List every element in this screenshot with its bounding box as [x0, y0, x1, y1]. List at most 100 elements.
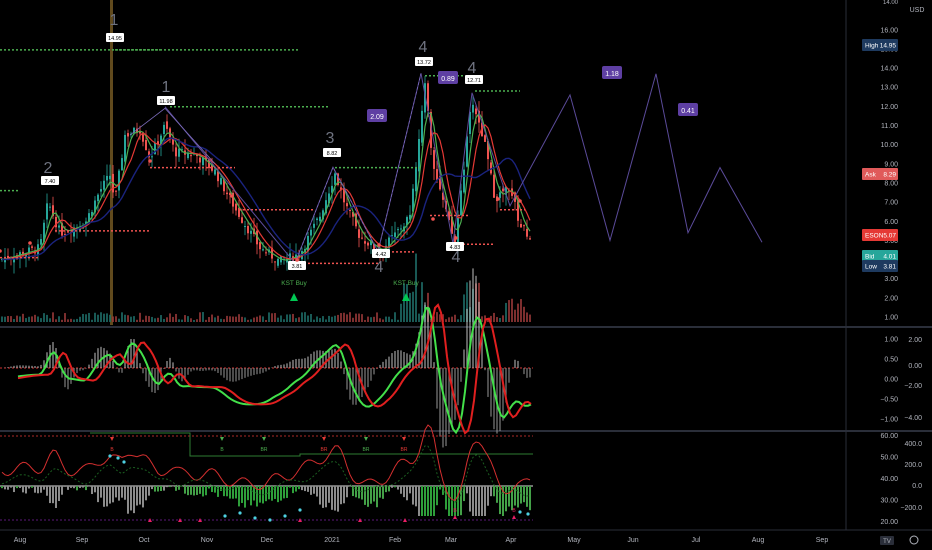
candle-body [220, 178, 222, 185]
osc-hist-bar [274, 486, 276, 499]
volume-bar [28, 316, 30, 322]
osc-hist-bar [322, 486, 324, 508]
osc-hist-bar [334, 486, 336, 511]
osc-hist-bar [436, 486, 438, 506]
macd-hist-bar [394, 350, 396, 368]
osc-hist-bar [319, 486, 321, 505]
macd-hist-bar [142, 368, 144, 374]
candle-body [493, 174, 495, 198]
osc-hist-bar [397, 486, 399, 490]
fib-ratio-text: 2.09 [370, 114, 384, 121]
volume-bar [40, 318, 42, 322]
candle-body [457, 217, 459, 247]
candle-body [199, 157, 201, 163]
osc-hist-bar [520, 486, 522, 504]
macd-hist-bar [235, 368, 237, 382]
volume-bar [169, 313, 171, 322]
osc-hist-bar [523, 486, 525, 503]
volume-bar [151, 316, 153, 322]
osc-hist-bar [223, 486, 225, 497]
osc-dot [298, 508, 302, 512]
volume-bar [400, 303, 402, 322]
macd-hist-bar [247, 368, 249, 377]
volume-bar [403, 283, 405, 322]
candle-body [460, 190, 462, 216]
volume-bar [220, 318, 222, 322]
macd-hist-bar [289, 361, 291, 368]
osc-hist-bar [337, 486, 339, 512]
osc-marker-label: BR [363, 447, 370, 453]
osc-hist-bar [19, 486, 21, 488]
osc-hist-bar [343, 486, 345, 504]
macd-hist-bar [28, 365, 30, 368]
osc-dot [108, 454, 112, 458]
osc-hist-bar [280, 486, 282, 501]
macd-hist-bar [238, 368, 240, 381]
time-axis-label: Jul [692, 537, 701, 544]
osc-dot [526, 512, 530, 516]
osc-hist-bar [25, 486, 27, 494]
volume-bar [496, 317, 498, 322]
osc-hist-bar [103, 486, 105, 507]
osc-hist-bar [49, 486, 51, 504]
candle-body [529, 238, 531, 240]
price-tag: 11.98 [157, 96, 175, 105]
macd-hist-bar [64, 368, 66, 388]
osc-hist-bar [139, 486, 141, 505]
candle-body [97, 194, 99, 202]
macd-hist-bar [403, 352, 405, 368]
volume-bar [133, 316, 135, 322]
volume-bar [187, 316, 189, 322]
macd-hist-bar [211, 368, 213, 371]
macd-tick-left: 0.50 [884, 357, 898, 364]
osc-dot [518, 510, 522, 514]
candle-body [367, 242, 369, 246]
settings-gear-icon[interactable] [909, 535, 919, 545]
volume-bar [181, 319, 183, 322]
osc-marker-label: B [110, 447, 114, 453]
price-tag: 12.71 [465, 75, 483, 84]
volume-bar [409, 292, 411, 322]
candle-body [106, 175, 108, 181]
volume-bar [85, 314, 87, 322]
macd-hist-bar [229, 368, 231, 382]
signal-dot [295, 258, 299, 262]
volume-bar [163, 318, 165, 322]
ma-fast-line [1, 112, 531, 261]
volume-bar [178, 319, 180, 322]
macd-hist-bar [253, 368, 255, 375]
stock-chart[interactable]: 16.0015.0014.0013.0012.0011.0010.009.008… [0, 0, 932, 550]
macd-hist-bar [367, 368, 369, 388]
candle-body [166, 121, 168, 129]
volume-bar [193, 319, 195, 322]
price-tag: 14.95 [106, 33, 124, 42]
candle-body [46, 203, 48, 220]
volume-bar [175, 313, 177, 322]
time-axis-label: Aug [14, 537, 27, 544]
macd-tick-right: −2.00 [904, 383, 922, 390]
osc-hist-bar [163, 486, 165, 491]
volume-bar [217, 315, 219, 322]
osc-hist-bar [76, 486, 78, 491]
osc-dot [253, 516, 257, 520]
fib-ratio-box: 2.09 [367, 109, 387, 122]
candle-body [250, 230, 252, 234]
volume-bar [295, 318, 297, 322]
osc-dot [268, 518, 272, 522]
time-axis-label: May [567, 537, 581, 544]
osc-triangle [453, 515, 457, 519]
price-tick-label: 9.00 [884, 161, 898, 168]
volume-bar [451, 316, 453, 322]
macd-hist-bar [523, 368, 525, 375]
osc-hist-bar [130, 486, 132, 511]
macd-hist-bar [529, 368, 531, 378]
price-tag-text: 11.98 [159, 99, 172, 105]
signal-dot [230, 194, 234, 198]
macd-hist-bar [343, 368, 345, 375]
volume-bar [229, 316, 231, 322]
candle-body [265, 252, 267, 254]
volume-bar [259, 315, 261, 322]
high-badge-value: 14.95 [880, 43, 897, 50]
candle-body [418, 138, 420, 172]
osc-hist-bar [373, 486, 375, 502]
